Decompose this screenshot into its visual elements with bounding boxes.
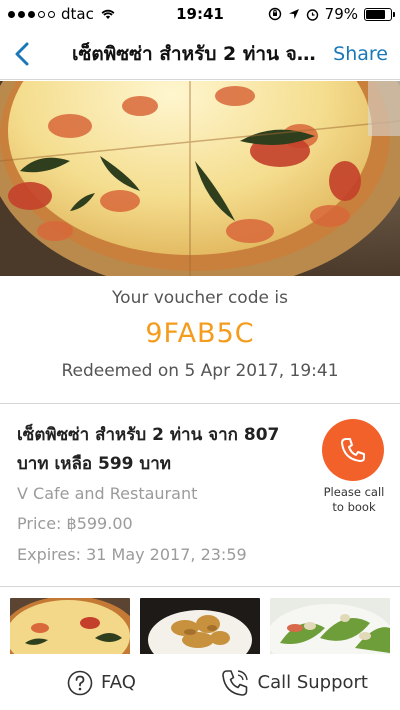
gallery-photo-salad[interactable] xyxy=(270,598,390,654)
voucher-section: Your voucher code is 9FAB5C Redeemed on … xyxy=(0,276,400,404)
wifi-icon xyxy=(101,9,115,19)
venue-name: V Cafe and Restaurant xyxy=(17,484,198,503)
deal-price: Price: ฿599.00 xyxy=(17,514,133,533)
deal-hero-image xyxy=(0,81,400,276)
phone-icon xyxy=(341,438,365,462)
photo-gallery[interactable] xyxy=(10,598,400,654)
phone-outline-icon xyxy=(221,669,248,696)
alarm-icon xyxy=(306,8,318,21)
call-to-book-button[interactable] xyxy=(322,419,384,481)
question-circle-icon xyxy=(67,670,93,695)
voucher-label: Your voucher code is xyxy=(112,288,288,308)
faq-button[interactable]: FAQ xyxy=(67,670,136,696)
bottom-action-bar: FAQ Call Support xyxy=(0,655,400,710)
battery-icon xyxy=(364,7,395,21)
page-title: เซ็ตพิซซ่า สำหรับ 2 ท่าน จาก 807 บาท เหล… xyxy=(72,42,333,65)
gallery-photo-fried-food[interactable] xyxy=(140,598,260,654)
location-arrow-icon xyxy=(288,9,299,19)
voucher-code: 9FAB5C xyxy=(145,318,255,349)
call-text-line-1: Please call xyxy=(323,485,385,499)
signal-strength-icon xyxy=(8,10,55,18)
deal-title: เซ็ตพิซซ่า สำหรับ 2 ท่าน จาก 807 บาท เหล… xyxy=(17,425,280,474)
chevron-left-icon xyxy=(15,42,29,65)
gallery-photo-pizza[interactable] xyxy=(10,598,130,654)
battery-percent: 79% xyxy=(324,5,358,23)
status-left: dtac xyxy=(8,5,158,23)
call-to-book-label: Please call to book xyxy=(314,485,394,515)
call-support-button[interactable]: Call Support xyxy=(220,668,368,698)
status-time: 19:41 xyxy=(176,5,224,23)
deal-expiry: Expires: 31 May 2017, 23:59 xyxy=(17,545,247,564)
carrier-name: dtac xyxy=(61,5,94,23)
status-bar: dtac 19:41 79% xyxy=(0,0,400,28)
redeemed-date: Redeemed on 5 Apr 2017, 19:41 xyxy=(61,361,339,381)
navigation-bar: เซ็ตพิซซ่า สำหรับ 2 ท่าน จาก 807 บาท เหล… xyxy=(0,28,400,80)
faq-label: FAQ xyxy=(101,672,136,693)
back-button[interactable] xyxy=(0,28,44,80)
call-support-label: Call Support xyxy=(257,672,368,693)
status-right: 79% xyxy=(242,5,395,23)
call-text-line-2: to book xyxy=(332,500,376,514)
share-button[interactable]: Share xyxy=(333,43,400,65)
rotation-lock-icon xyxy=(268,7,281,21)
